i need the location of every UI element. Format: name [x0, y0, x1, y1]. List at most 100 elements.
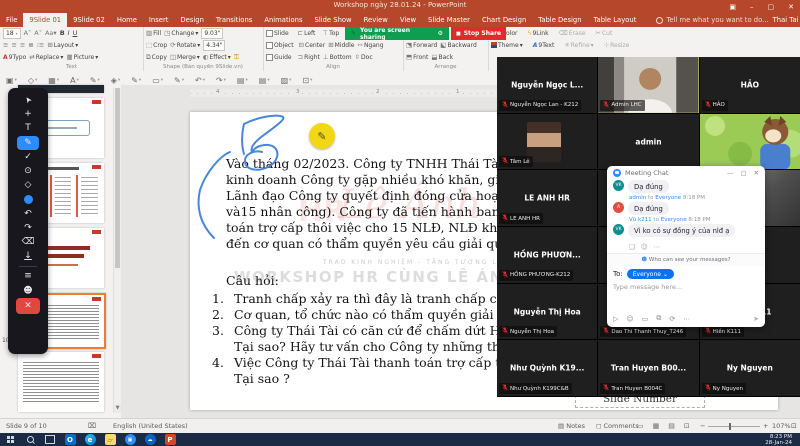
copy-button[interactable]: ⧉Copy — [146, 53, 167, 62]
align-right-button[interactable]: ⊐Right — [298, 53, 320, 61]
redo-icon[interactable]: ↷▾ — [216, 76, 226, 85]
insert-picture-icon[interactable]: ▣▾ — [6, 76, 17, 85]
align-to-object-checkbox[interactable]: Object — [266, 42, 294, 49]
underline-button[interactable]: U — [73, 29, 78, 37]
more-icon[interactable]: ⋯ — [683, 315, 690, 323]
tab-view[interactable]: View — [394, 13, 422, 27]
merge-button[interactable]: ◫Merge▾ — [170, 53, 200, 61]
screenshot-icon[interactable]: ⧉ — [656, 314, 661, 323]
tab-table-layout[interactable]: Table Layout — [588, 13, 643, 27]
menu-tool[interactable]: ≡ — [17, 269, 39, 283]
normal-view-icon[interactable]: ▭ — [637, 422, 644, 430]
participant-tile-admin-lhc[interactable]: Admin LHC — [598, 57, 698, 113]
participant-tile-t-m-l-[interactable]: Tâm Lê — [497, 114, 597, 170]
save-annotation-tool[interactable]: ↓ — [17, 249, 39, 263]
check-stamp-tool[interactable]: ✓ — [17, 150, 39, 164]
taskbar-powerpoint-button[interactable]: P — [160, 433, 180, 446]
undo-tool[interactable]: ↶ — [17, 207, 39, 221]
chat-input[interactable]: Type message here... — [613, 283, 759, 291]
effect-button[interactable]: ◐Effect▾ — [203, 53, 231, 61]
slide-sorter-icon[interactable]: ▦ — [653, 422, 660, 430]
spotlight-tool[interactable]: ⊙ — [17, 164, 39, 178]
tab-chart-design[interactable]: Chart Design — [476, 13, 532, 27]
9link-button[interactable]: ϟ9Link — [527, 30, 548, 37]
font-size-input[interactable]: 18 ▾ — [3, 28, 21, 39]
participant-tile-nh-qu-nh-k199c-b[interactable]: Như Quỳnh K19...Như Quỳnh K199C&B — [497, 340, 597, 396]
layout-button[interactable]: ⊞Layout▾ — [47, 41, 78, 49]
align-top-button[interactable]: ⊤Top — [322, 29, 339, 37]
tab-table-design[interactable]: Table Design — [532, 13, 587, 27]
shape-height-input[interactable]: 4.34" — [203, 40, 225, 51]
align-center-button[interactable]: ⊟Center — [299, 41, 326, 49]
ink-pen-icon[interactable]: ✎▾ — [90, 76, 100, 85]
taskbar-zoom-button[interactable]: ▣ — [120, 433, 140, 446]
pen-tool[interactable]: ✎ — [17, 136, 39, 150]
align-to-slide-checkbox[interactable]: Slide — [266, 30, 289, 37]
scroll-down-arrow-icon[interactable]: ▼ — [114, 404, 121, 413]
image-icon[interactable]: ▨▾ — [281, 76, 292, 85]
theme-button[interactable]: Theme▾ — [491, 42, 523, 49]
fill-button[interactable]: ▨Fill — [146, 29, 161, 37]
thumbnail-slide[interactable] — [18, 352, 104, 412]
picture-button[interactable]: ▦Picture▾ — [66, 53, 98, 61]
cut-button[interactable]: ✂Cut — [596, 29, 613, 37]
tab-home[interactable]: Home — [111, 13, 143, 27]
ink-pen-2-icon[interactable]: ✎▾ — [131, 76, 141, 85]
notes-toggle[interactable]: ▤ Notes — [558, 422, 585, 430]
slideshow-view-icon[interactable]: ⊡ — [684, 422, 690, 430]
align-doc-button[interactable]: ⇳Doc — [355, 53, 373, 61]
taskbar-outlook-button[interactable]: O — [60, 433, 80, 446]
participants-tool[interactable]: ☻ — [17, 283, 39, 297]
participant-tile-nguy-n-ng-c-lan-k212[interactable]: Nguyễn Ngọc L...Nguyễn Ngọc Lan - K212 — [497, 57, 597, 113]
trash-tool[interactable]: ⌫ — [17, 235, 39, 249]
9text-button[interactable]: A9Text — [533, 42, 555, 49]
tab-animations[interactable]: Animations — [258, 13, 308, 27]
undo-icon[interactable]: ↶▾ — [195, 76, 205, 85]
rotate-button[interactable]: ⟳Rotate▾ — [170, 41, 200, 49]
privacy-note[interactable]: ☻ Who can see your messages? — [607, 253, 765, 266]
message-actions[interactable]: ❑ ☺ ⋯ — [629, 243, 759, 251]
save-icon[interactable]: ▤▾ — [237, 76, 248, 85]
send-back-button[interactable]: ⬓Back — [431, 53, 453, 61]
replace-button[interactable]: ⇄Replace▾ — [29, 53, 63, 61]
bullets-icon[interactable]: ⁝≡ — [37, 41, 45, 49]
chat-close-button[interactable]: ✕ — [754, 169, 759, 177]
thumbnail-scrollbar[interactable]: ▼ — [113, 88, 121, 413]
text-tool[interactable]: T — [17, 121, 39, 135]
chat-title-bar[interactable]: Meeting Chat — ▢ ✕ — [607, 166, 765, 179]
tab-transitions[interactable]: Transitions — [210, 13, 258, 27]
grow-font-icon[interactable]: A˄ — [24, 29, 32, 37]
chat-minimize-button[interactable]: — — [727, 169, 734, 177]
resize-button[interactable]: ⊹Resize — [604, 41, 630, 49]
spellcheck-icon[interactable]: ⌧ — [88, 422, 96, 430]
participant-tile-nguy-n-th-hoa[interactable]: Nguyễn Thị HoaNguyễn Thị Hoa — [497, 284, 597, 340]
participant-tile-tran-huyen-b004c[interactable]: Tran Huyen B00...Tran Huyen B004C — [598, 340, 698, 396]
history-icon[interactable]: ⟳ — [669, 315, 675, 323]
justify-icon[interactable]: ≣ — [28, 41, 33, 49]
participant-tile-h-o[interactable]: HẢOHẢO — [700, 57, 800, 113]
tab-insert[interactable]: Insert — [143, 13, 175, 27]
more-actions-icon[interactable]: ⋯ — [654, 243, 661, 251]
participant-tile[interactable] — [700, 114, 800, 170]
tab-review[interactable]: Review — [358, 13, 394, 27]
zoom-slider[interactable] — [708, 426, 760, 427]
send-icon[interactable]: ➤ — [753, 315, 759, 323]
language-indicator[interactable]: English (United States) — [113, 422, 188, 430]
zoom-level[interactable]: 107% — [772, 422, 791, 430]
align-right-icon[interactable]: ≡ — [20, 41, 25, 49]
font-color-icon[interactable]: A▾ — [70, 76, 79, 85]
align-bottom-button[interactable]: ⊥Bottom — [323, 53, 352, 61]
9typo-button[interactable]: A9Typo — [3, 54, 26, 61]
align-middle-button[interactable]: ⊞Middle — [328, 41, 354, 49]
bold-button[interactable]: B — [60, 29, 65, 37]
taskbar-start-button[interactable] — [0, 433, 20, 446]
taskbar-file-explorer-button[interactable]: ▱ — [100, 433, 120, 446]
shape-tool[interactable]: ◇ — [17, 178, 39, 192]
shape-width-input[interactable]: 9.03" — [201, 28, 223, 39]
taskbar-clock[interactable]: 8:23 PM 28-Jan-24 — [765, 434, 800, 446]
ink-pen-3-icon[interactable]: ✎▾ — [174, 76, 184, 85]
zoom-out-button[interactable]: − — [700, 422, 705, 430]
tab-slide-show[interactable]: Slide Show — [309, 13, 358, 27]
chat-maximize-button[interactable]: ▢ — [740, 169, 746, 177]
taskbar-search-button[interactable] — [20, 433, 40, 446]
